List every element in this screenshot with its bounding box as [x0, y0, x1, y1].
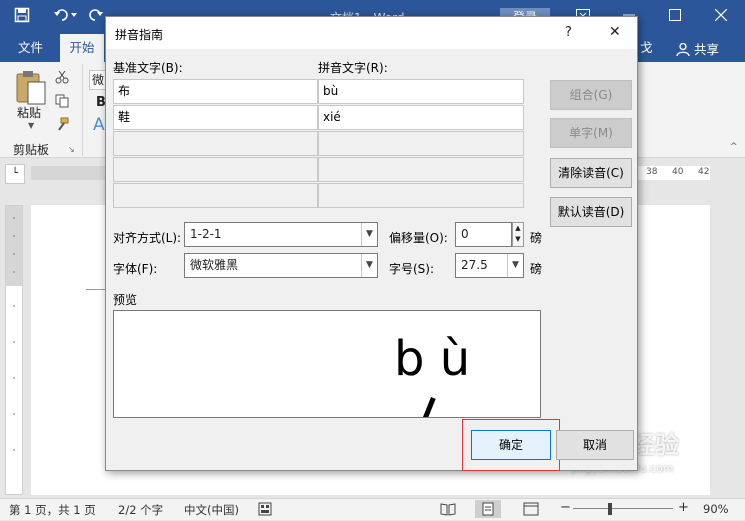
ok-button[interactable]: 确定: [471, 430, 551, 460]
preview-text: b ù: [394, 331, 471, 387]
size-label: 字号(S):: [389, 262, 435, 276]
group-button[interactable]: 组合(G): [550, 80, 632, 110]
word-count[interactable]: 2/2 个字: [118, 502, 163, 518]
single-char-button[interactable]: 单字(M): [550, 118, 632, 148]
dialog-title-bar: 拼音指南 ? ✕: [106, 17, 637, 49]
zoom-level[interactable]: 90%: [703, 502, 729, 516]
ruler-number: 38: [646, 167, 658, 177]
alignment-value: 1-2-1: [190, 227, 222, 241]
cancel-button[interactable]: 取消: [556, 430, 634, 460]
copy-icon[interactable]: [55, 94, 69, 111]
chevron-down-icon: ▼: [361, 223, 377, 246]
person-icon: [676, 42, 690, 59]
pinyin-input-5[interactable]: [318, 183, 524, 208]
dialog-close-button[interactable]: ✕: [609, 24, 621, 40]
offset-label: 偏移量(O):: [389, 231, 448, 245]
preview-label: 预览: [113, 293, 138, 307]
clear-pinyin-button[interactable]: 清除读音(C): [550, 158, 632, 188]
preview-glyph-stroke: [421, 397, 436, 417]
redo-icon[interactable]: [86, 7, 106, 27]
pinyin-input-4[interactable]: [318, 157, 524, 182]
chevron-down-icon: ▼: [507, 254, 523, 277]
pinyin-input-3[interactable]: [318, 131, 524, 156]
size-unit: 磅: [530, 262, 543, 276]
language[interactable]: 中文(中国): [184, 502, 239, 518]
base-text-input-3[interactable]: [113, 131, 318, 156]
format-painter-icon[interactable]: [55, 117, 69, 134]
size-value: 27.5: [461, 258, 488, 272]
preview-box: b ù: [113, 310, 541, 418]
offset-input[interactable]: 0: [455, 222, 512, 247]
alignment-label: 对齐方式(L):: [113, 231, 182, 245]
base-text-input-1[interactable]: 布: [113, 79, 318, 104]
dialog-launcher-icon[interactable]: ↘: [68, 145, 75, 154]
text-effects-button[interactable]: A: [93, 115, 105, 135]
window-close-icon[interactable]: [698, 0, 744, 34]
base-text-label: 基准文字(B):: [113, 61, 183, 75]
macro-icon[interactable]: [258, 502, 272, 519]
read-mode-icon[interactable]: [440, 502, 456, 519]
tab-file[interactable]: 文件: [18, 34, 43, 62]
cut-icon[interactable]: [55, 70, 69, 87]
font-label: 字体(F):: [113, 262, 158, 276]
offset-spinner[interactable]: ▲ ▼: [512, 222, 524, 247]
pinyin-input-1[interactable]: bù: [318, 79, 524, 104]
share-label: 共享: [693, 42, 719, 57]
undo-icon[interactable]: [52, 7, 80, 27]
zoom-out-button[interactable]: −: [560, 500, 571, 515]
tab-home[interactable]: 开始: [60, 34, 104, 62]
group-divider: [82, 64, 83, 156]
maximize-icon[interactable]: [652, 0, 698, 34]
offset-unit: 磅: [530, 231, 543, 245]
pinyin-input-2[interactable]: xié: [318, 105, 524, 130]
phonetic-guide-dialog: 拼音指南 ? ✕ 基准文字(B): 拼音文字(R): 布 bù 鞋 xié 组合…: [105, 16, 638, 471]
ruler-number: 40: [672, 167, 684, 177]
paste-dropdown-icon[interactable]: ▼: [28, 121, 34, 130]
tab-fragment[interactable]: 戈: [640, 34, 653, 62]
tab-selector-icon[interactable]: └: [5, 164, 25, 184]
print-layout-icon[interactable]: [475, 500, 501, 518]
font-select[interactable]: 微软雅黑 ▼: [184, 253, 378, 278]
alignment-select[interactable]: 1-2-1 ▼: [184, 222, 378, 247]
clipboard-group-label: 剪贴板: [13, 143, 50, 157]
zoom-in-button[interactable]: +: [678, 500, 689, 515]
ruler-body: 38 40 42: [638, 166, 710, 180]
vertical-ruler: [5, 205, 23, 495]
base-text-input-4[interactable]: [113, 157, 318, 182]
size-select[interactable]: 27.5 ▼: [455, 253, 524, 278]
zoom-slider[interactable]: [573, 508, 673, 509]
status-bar: 第 1 页，共 1 页 2/2 个字 中文(中国) − + 90%: [0, 498, 745, 520]
base-text-input-2[interactable]: 鞋: [113, 105, 318, 130]
margin-mark: [86, 289, 106, 290]
collapse-ribbon-icon[interactable]: ^: [730, 142, 738, 152]
offset-value: 0: [461, 227, 469, 241]
ruler-margin-left: [31, 166, 106, 180]
dialog-title: 拼音指南: [115, 28, 164, 42]
base-text-input-5[interactable]: [113, 183, 318, 208]
help-button[interactable]: ?: [565, 25, 572, 40]
zoom-slider-thumb[interactable]: [608, 503, 612, 515]
page-count[interactable]: 第 1 页，共 1 页: [9, 502, 96, 518]
default-pinyin-button[interactable]: 默认读音(D): [550, 197, 632, 227]
font-value: 微软雅黑: [190, 258, 239, 272]
web-layout-icon[interactable]: [523, 502, 539, 519]
ruler-number: 42: [698, 167, 710, 177]
save-icon[interactable]: [12, 7, 32, 27]
paste-label[interactable]: 粘贴: [17, 104, 41, 121]
chevron-down-icon: ▼: [361, 254, 377, 277]
share-button[interactable]: 共享: [676, 39, 719, 59]
pinyin-text-label: 拼音文字(R):: [318, 61, 388, 75]
